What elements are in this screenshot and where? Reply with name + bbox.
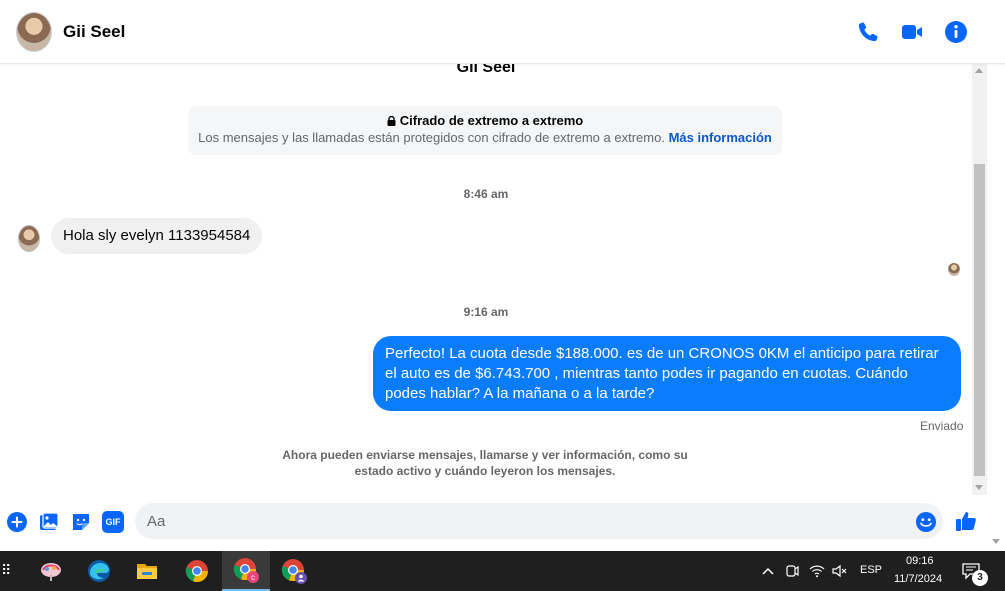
taskbar-chrome[interactable] [173,551,221,591]
edge-icon [88,560,110,582]
incoming-message[interactable]: Hola sly evelyn 1133954584 [51,218,263,254]
tray-overflow-chevron-icon[interactable] [761,565,775,577]
gif-icon[interactable]: GIF [102,511,124,533]
file-explorer-icon [137,564,157,579]
taskbar-chrome-profile-2[interactable] [270,551,318,591]
scroll-down-arrow-icon[interactable] [975,485,983,490]
phone-icon[interactable] [856,20,880,44]
plus-icon[interactable] [6,511,28,533]
scroll-up-arrow-icon[interactable] [975,68,983,73]
messenger-window: Gii Seel Gii Seel Cifrado de extremo a e… [0,0,1005,551]
wifi-icon[interactable] [809,563,825,579]
widgets-grip-icon[interactable]: ⠿ [1,562,11,579]
meet-now-icon[interactable] [785,563,799,579]
message-timestamp: 9:16 am [463,305,509,319]
chrome-icon [185,560,209,583]
contact-name[interactable]: Gii Seel [63,22,125,42]
chrome-profile-2-icon [281,559,307,584]
message-input[interactable] [135,503,943,539]
clock-date[interactable]: 11/7/2024 [894,573,942,585]
encryption-title: Cifrado de extremo a extremo [399,113,584,128]
svg-text:c: c [251,573,255,582]
photo-icon[interactable] [38,511,60,533]
chat-header: Gii Seel [0,0,1005,64]
message-composer: GIF [0,495,987,551]
scroll-thumb[interactable] [974,164,985,476]
taskbar-explorer[interactable] [123,551,171,591]
message-timestamp: 8:46 am [463,187,509,201]
os-taskbar: ⠿ c ESP 09:16 11/7/2024 3 [0,551,1005,591]
page-scroll-down-arrow-icon[interactable] [992,539,1000,544]
taskbar-chrome-profile-c[interactable]: c [222,551,270,591]
info-icon[interactable] [944,20,968,44]
volume-muted-icon[interactable] [831,563,847,579]
message-list[interactable]: Gii Seel Cifrado de extremo a extremo Lo… [0,64,972,495]
sticker-icon[interactable] [70,511,92,533]
app-launcher-icon [41,563,61,581]
notification-count-badge: 3 [972,570,988,586]
message-status: Enviado [920,419,964,433]
taskbar-edge[interactable] [75,551,123,591]
like-icon[interactable] [954,509,978,533]
more-info-link[interactable]: Más información [669,130,772,145]
outgoing-message[interactable]: Perfecto! La cuota desde $188.000. es de… [373,336,961,411]
lock-icon [387,115,396,126]
read-receipt-avatar [948,263,960,276]
chat-scrollbar[interactable] [972,64,987,495]
chat-intro-name: Gii Seel [456,64,516,76]
privacy-info-note: Ahora pueden enviarse mensajes, llamarse… [282,448,688,478]
input-language[interactable]: ESP [860,564,882,576]
clock-time[interactable]: 09:16 [906,555,934,567]
emoji-icon[interactable] [915,511,937,533]
chrome-profile-c-icon: c [233,558,259,583]
video-icon[interactable] [900,20,924,44]
encryption-notice: Cifrado de extremo a extremo Los mensaje… [188,106,782,155]
encryption-text: Los mensajes y las llamadas están proteg… [198,130,665,145]
contact-avatar[interactable] [16,12,52,52]
sender-avatar[interactable] [18,225,40,252]
taskbar-app[interactable] [27,551,75,591]
